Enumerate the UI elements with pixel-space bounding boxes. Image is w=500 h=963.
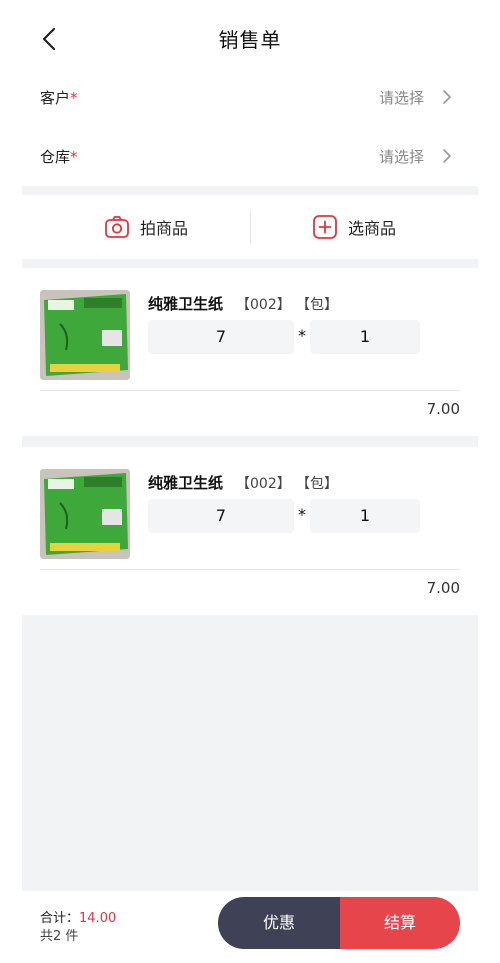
- product-name: 纯雅卫生纸: [148, 474, 224, 492]
- warehouse-value: 请选择: [378, 148, 424, 166]
- camera-icon: [104, 214, 130, 240]
- price-input[interactable]: 7: [148, 320, 294, 354]
- chevron-right-icon: [440, 147, 454, 165]
- checkout-bar: 合计：14.00 共2 件 优惠 结算: [0, 891, 500, 963]
- product-code: 【002】: [236, 476, 291, 492]
- item-subtotal: 7.00: [426, 579, 460, 597]
- customer-value: 请选择: [378, 89, 424, 107]
- product-item: 纯雅卫生纸 【002】 【包】 7 * 1 7.00: [22, 447, 478, 617]
- total-amount: 14.00: [79, 911, 117, 926]
- section-divider: [22, 436, 478, 447]
- divider: [40, 390, 460, 391]
- product-image: [40, 469, 130, 559]
- checkout-button[interactable]: 结算: [340, 897, 460, 949]
- product-item: 纯雅卫生纸 【002】 【包】 7 * 1 7.00: [22, 268, 478, 438]
- page-title: 销售单: [218, 28, 282, 52]
- customer-row[interactable]: 客户* 请选择: [40, 82, 460, 112]
- nav-bar: 销售单: [0, 0, 500, 78]
- product-code: 【002】: [236, 297, 291, 313]
- photo-product-button[interactable]: 拍商品: [104, 195, 188, 259]
- price-input[interactable]: 7: [148, 499, 294, 533]
- multiply-sign: *: [298, 326, 306, 345]
- required-mark: *: [70, 148, 78, 166]
- quantity-input[interactable]: 1: [310, 499, 420, 533]
- product-name: 纯雅卫生纸: [148, 295, 224, 313]
- add-icon: [312, 214, 338, 240]
- item-subtotal: 7.00: [426, 400, 460, 418]
- empty-list-area: [22, 615, 478, 891]
- select-product-label: 选商品: [348, 219, 397, 238]
- required-mark: *: [70, 89, 78, 107]
- divider: [250, 211, 251, 243]
- section-divider: [22, 186, 478, 195]
- chevron-right-icon: [440, 88, 454, 106]
- quantity-input[interactable]: 1: [310, 320, 420, 354]
- photo-product-label: 拍商品: [140, 219, 189, 238]
- section-divider: [22, 259, 478, 268]
- multiply-sign: *: [298, 505, 306, 524]
- warehouse-row[interactable]: 仓库* 请选择: [40, 141, 460, 171]
- discount-button[interactable]: 优惠: [218, 897, 340, 949]
- item-count: 共2 件: [40, 929, 79, 944]
- order-total: 合计：14.00: [40, 911, 117, 926]
- divider: [40, 569, 460, 570]
- product-unit: 【包】: [296, 476, 338, 492]
- warehouse-label: 仓库*: [40, 148, 78, 166]
- product-unit: 【包】: [296, 297, 338, 313]
- product-image: [40, 290, 130, 380]
- action-bar: 拍商品 选商品: [22, 195, 478, 259]
- select-product-button[interactable]: 选商品: [312, 195, 396, 259]
- customer-label: 客户*: [40, 89, 78, 107]
